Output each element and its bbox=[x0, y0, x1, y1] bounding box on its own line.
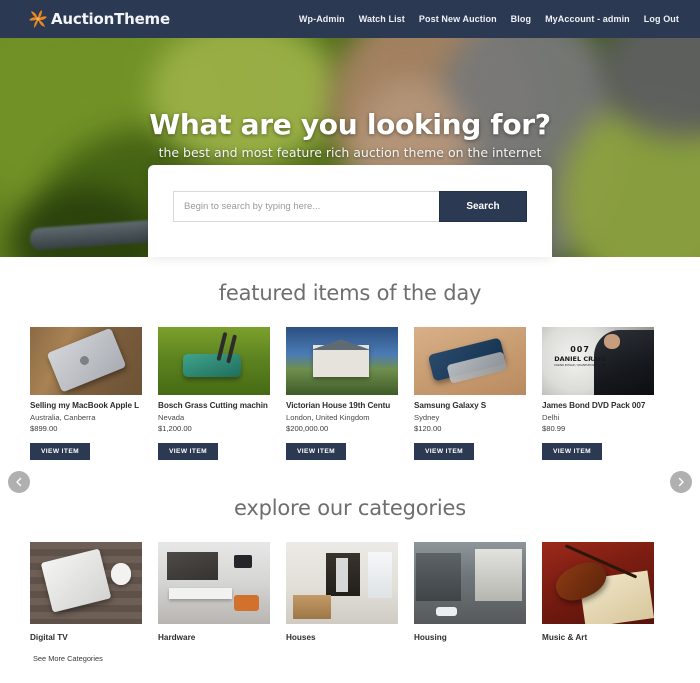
victorian-house-photo[interactable] bbox=[286, 327, 398, 395]
item-title: Victorian House 19th Centu bbox=[286, 401, 391, 410]
categories-list: Digital TV Hardware Houses Housing Music… bbox=[0, 542, 700, 642]
samsung-galaxy-phone-photo[interactable] bbox=[414, 327, 526, 395]
nav-item-log-out[interactable]: Log Out bbox=[637, 11, 686, 27]
item-price: $120.00 bbox=[414, 424, 442, 433]
chevron-right-icon bbox=[676, 477, 686, 487]
item-location: Sydney bbox=[414, 413, 440, 422]
street-with-houses-photo[interactable] bbox=[414, 542, 526, 624]
item-location: Australia, Canberra bbox=[30, 413, 96, 422]
featured-item-card[interactable]: Victorian House 19th Centu London, Unite… bbox=[286, 327, 414, 460]
category-card-digital-tv[interactable]: Digital TV bbox=[30, 542, 158, 642]
pinwheel-icon bbox=[28, 9, 48, 29]
nav-item-wp-admin[interactable]: Wp-Admin bbox=[292, 11, 352, 27]
item-title: Samsung Galaxy S bbox=[414, 401, 487, 410]
item-price: $80.99 bbox=[542, 424, 566, 433]
view-item-button[interactable]: VIEW ITEM bbox=[286, 443, 347, 460]
hero-subtitle: the best and most feature rich auction t… bbox=[158, 145, 542, 160]
macbook-on-wood-photo[interactable] bbox=[30, 327, 142, 395]
category-card-housing[interactable]: Housing bbox=[414, 542, 542, 642]
dvd-cover-line2: DANIEL CRAIG bbox=[554, 354, 606, 363]
dvd-cover-line3: CASINO ROYALE / QUANTUM OF SOLACE bbox=[553, 363, 607, 367]
carousel-next-button[interactable] bbox=[670, 471, 692, 493]
carousel-prev-button[interactable] bbox=[8, 471, 30, 493]
featured-section-title: featured items of the day bbox=[218, 281, 482, 305]
nav-item-watch-list[interactable]: Watch List bbox=[352, 11, 412, 27]
item-price: $200,000.00 bbox=[286, 424, 329, 433]
item-title: Selling my MacBook Apple L bbox=[30, 401, 140, 410]
laptop-on-wood-photo[interactable] bbox=[30, 542, 142, 624]
nav-item-post-new-auction[interactable]: Post New Auction bbox=[412, 11, 504, 27]
category-label: Digital TV bbox=[30, 633, 68, 642]
dvd-cover-text: 007 DANIEL CRAIG CASINO ROYALE / QUANTUM… bbox=[549, 345, 612, 367]
featured-item-card[interactable]: Bosch Grass Cutting machin Nevada $1,200… bbox=[158, 327, 286, 460]
search-button[interactable]: Search bbox=[439, 191, 527, 222]
featured-items-section: featured items of the day Selling my Mac… bbox=[0, 257, 700, 493]
item-location: Delhi bbox=[542, 413, 560, 422]
search-panel: Search bbox=[148, 165, 552, 257]
see-more-categories-link[interactable]: See More Categories bbox=[33, 654, 103, 663]
featured-items-carousel: Selling my MacBook Apple L Australia, Ca… bbox=[0, 327, 700, 493]
category-card-music-art[interactable]: Music & Art bbox=[542, 542, 670, 642]
view-item-button[interactable]: VIEW ITEM bbox=[158, 443, 219, 460]
nav-item-myaccount[interactable]: MyAccount - admin bbox=[538, 11, 637, 27]
brand-name: AuctionTheme bbox=[51, 10, 170, 28]
categories-section-title: explore our categories bbox=[234, 496, 466, 520]
category-label: Housing bbox=[414, 633, 447, 642]
item-location: Nevada bbox=[158, 413, 185, 422]
category-label: Music & Art bbox=[542, 633, 588, 642]
item-title: Bosch Grass Cutting machin bbox=[158, 401, 268, 410]
lawn-mower-on-grass-photo[interactable] bbox=[158, 327, 270, 395]
james-bond-dvd-cover[interactable]: 007 DANIEL CRAIG CASINO ROYALE / QUANTUM… bbox=[542, 327, 654, 395]
hero-title: What are you looking for? bbox=[149, 108, 551, 141]
search-input[interactable] bbox=[173, 191, 439, 222]
white-kitchen-interior-photo[interactable] bbox=[286, 542, 398, 624]
chevron-left-icon bbox=[14, 477, 24, 487]
category-card-houses[interactable]: Houses bbox=[286, 542, 414, 642]
modern-living-room-photo[interactable] bbox=[158, 542, 270, 624]
item-price: $1,200.00 bbox=[158, 424, 192, 433]
main-menu: Wp-Admin Watch List Post New Auction Blo… bbox=[292, 11, 686, 27]
dvd-cover-line1: 007 bbox=[570, 344, 590, 354]
featured-item-card[interactable]: Samsung Galaxy S Sydney $120.00 VIEW ITE… bbox=[414, 327, 542, 460]
violin-sheet-music-photo[interactable] bbox=[542, 542, 654, 624]
page-root: AuctionTheme Wp-Admin Watch List Post Ne… bbox=[0, 0, 700, 683]
item-title: James Bond DVD Pack 007 bbox=[542, 401, 646, 410]
featured-item-card[interactable]: Selling my MacBook Apple L Australia, Ca… bbox=[30, 327, 158, 460]
item-location: London, United Kingdom bbox=[286, 413, 370, 422]
view-item-button[interactable]: VIEW ITEM bbox=[414, 443, 475, 460]
category-label: Houses bbox=[286, 633, 316, 642]
item-price: $899.00 bbox=[30, 424, 58, 433]
category-label: Hardware bbox=[158, 633, 196, 642]
view-item-button[interactable]: VIEW ITEM bbox=[542, 443, 603, 460]
view-item-button[interactable]: VIEW ITEM bbox=[30, 443, 91, 460]
search-form: Search bbox=[173, 191, 527, 222]
site-logo[interactable]: AuctionTheme bbox=[28, 9, 170, 29]
categories-section: explore our categories Digital TV Hardwa… bbox=[0, 480, 700, 642]
top-navigation-bar: AuctionTheme Wp-Admin Watch List Post Ne… bbox=[0, 0, 700, 38]
category-card-hardware[interactable]: Hardware bbox=[158, 542, 286, 642]
featured-item-card[interactable]: 007 DANIEL CRAIG CASINO ROYALE / QUANTUM… bbox=[542, 327, 670, 460]
nav-item-blog[interactable]: Blog bbox=[504, 11, 538, 27]
